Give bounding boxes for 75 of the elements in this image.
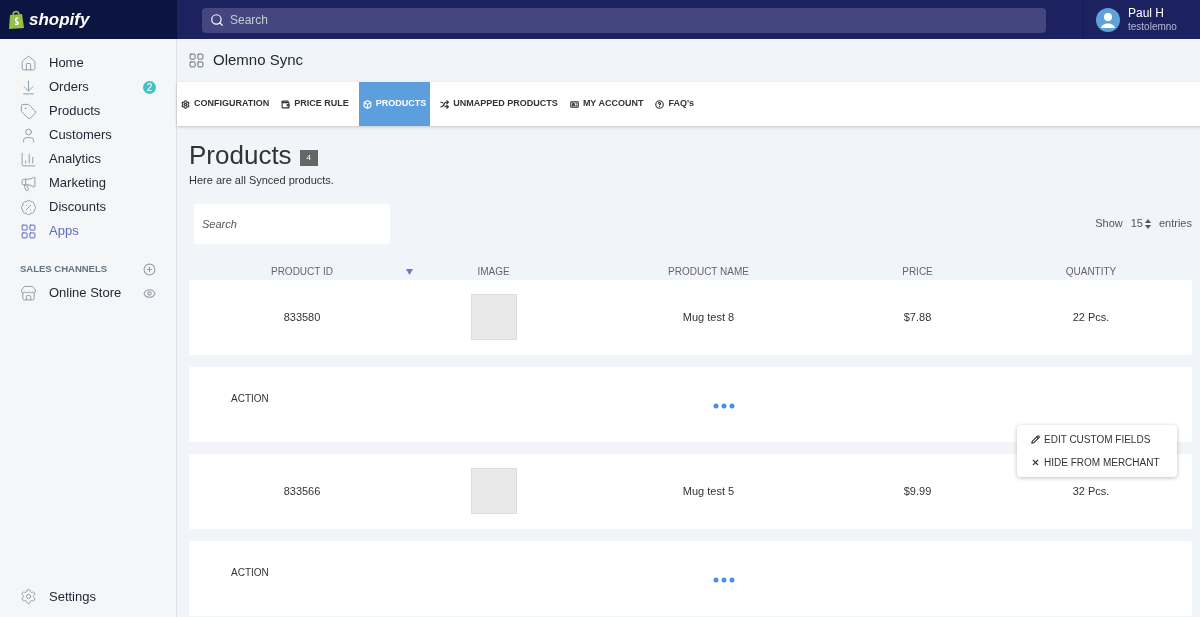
search-field[interactable]: Search (202, 7, 1046, 33)
table-cell-text: 833566 (283, 483, 321, 499)
table-cell-text: Mug test 8 (682, 309, 735, 325)
more-icon[interactable] (713, 402, 735, 409)
page-subtitle: Here are all Synced products. (189, 173, 335, 188)
store-icon (20, 284, 37, 302)
entries-label: entries (1158, 216, 1192, 232)
search-field[interactable]: Search (194, 203, 390, 244)
action-label: ACTION (231, 565, 269, 580)
sidebar-item[interactable]: Apps (0, 219, 176, 243)
table-cell-text: 22 Pcs. (1072, 309, 1110, 325)
column-header[interactable]: PRICE (902, 264, 933, 279)
apps-icon (20, 222, 37, 240)
inbox-icon (20, 78, 37, 96)
count-badge: 2 (143, 80, 156, 94)
sidebar-item[interactable]: Products (0, 99, 176, 123)
tag-icon (20, 102, 37, 120)
search-icon (210, 13, 224, 27)
sidebar-item[interactable]: Analytics (0, 147, 176, 171)
action-label: ACTION (231, 391, 269, 406)
sidebar-item[interactable]: Discounts (0, 195, 176, 219)
section-heading: SALES CHANNELS (20, 261, 109, 276)
sort-icon[interactable] (406, 269, 413, 275)
add-icon[interactable] (143, 262, 156, 276)
avatar-icon[interactable] (1096, 7, 1120, 32)
settings-icon (20, 587, 37, 605)
box-icon (362, 99, 372, 109)
eye-icon[interactable] (143, 286, 156, 300)
table-cell-text: 833580 (283, 309, 321, 325)
column-header[interactable]: PRODUCT NAME (668, 264, 749, 279)
sidebar-item[interactable]: Home (0, 51, 176, 75)
sort-arrows-icon (1144, 218, 1151, 229)
home-icon (20, 54, 37, 72)
column-header[interactable]: QUANTITY (1065, 264, 1117, 279)
pencil-icon (1031, 435, 1040, 444)
table-cell-text: 32 Pcs. (1072, 483, 1110, 499)
bar-chart-icon (20, 150, 37, 168)
sidebar-item[interactable]: Settings (0, 586, 176, 606)
store-name: testolemno (1128, 20, 1177, 34)
photo-placeholder (470, 468, 517, 514)
shopping-bag-logo-icon (8, 9, 25, 30)
sidebar-item[interactable]: Online Store (0, 281, 143, 305)
more-icon[interactable] (713, 576, 735, 583)
percent-badge-icon (20, 198, 37, 216)
table-cell-text: $7.88 (903, 309, 932, 325)
help-icon (655, 99, 665, 109)
table-cell-text: $9.99 (903, 483, 932, 499)
user-name: Paul H (1128, 5, 1166, 21)
sidebar-item[interactable]: Marketing (0, 171, 176, 195)
tab[interactable]: CONFIGURATION (179, 82, 272, 126)
id-card-icon (569, 99, 579, 109)
shuffle-icon (440, 99, 450, 109)
page-heading: Products (189, 142, 292, 168)
tab[interactable]: PRICE RULE (279, 82, 351, 126)
megaphone-icon (20, 174, 37, 192)
column-header[interactable]: IMAGE (477, 264, 510, 279)
table-cell-text: Mug test 5 (682, 483, 735, 499)
apps-icon (188, 52, 205, 69)
app-title: Olemno Sync (213, 50, 304, 71)
show-label: Show (1095, 216, 1123, 232)
close-icon (1031, 458, 1040, 467)
entries-select[interactable]: 15 (1130, 215, 1151, 232)
gear-icon (181, 99, 190, 109)
sidebar-item[interactable]: Customers (0, 123, 176, 147)
tab[interactable]: FAQ's (653, 82, 697, 126)
tab[interactable]: MY ACCOUNT (567, 82, 646, 126)
count-badge: 4 (299, 150, 319, 166)
tab[interactable]: UNMAPPED PRODUCTS (438, 82, 560, 126)
sidebar-item[interactable]: Orders 2 (0, 75, 176, 99)
wallet-icon (281, 99, 291, 109)
column-header[interactable]: PRODUCT ID (270, 264, 333, 279)
photo-placeholder (470, 294, 517, 340)
menu-item[interactable]: EDIT CUSTOM FIELDS (1017, 432, 1177, 447)
person-icon (20, 126, 37, 144)
menu-item[interactable]: HIDE FROM MERCHANT (1017, 455, 1177, 470)
